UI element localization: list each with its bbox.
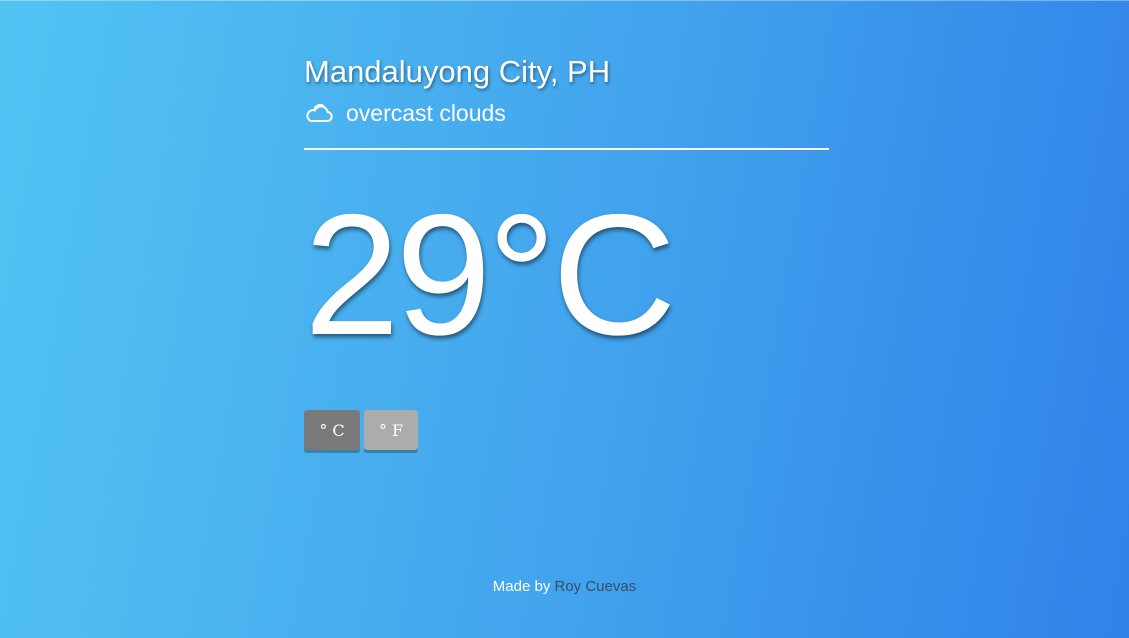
footer-credit-prefix: Made by	[492, 578, 551, 595]
cloud-icon	[304, 102, 333, 124]
top-border	[0, 0, 1129, 1]
fahrenheit-button[interactable]: ° F	[364, 410, 418, 450]
temperature-unit: °C	[487, 179, 676, 371]
weather-card: Mandaluyong City, PH overcast clouds 29 …	[304, 52, 829, 450]
unit-toggle-group: ° C ° F	[304, 410, 829, 450]
divider	[304, 148, 829, 150]
author-link[interactable]: Roy Cuevas	[555, 578, 637, 595]
temperature-display: 29 °C	[304, 179, 829, 371]
temperature-value: 29	[304, 179, 491, 371]
footer: Made by Roy Cuevas	[0, 576, 1129, 598]
condition-row: overcast clouds	[304, 98, 829, 128]
location-title: Mandaluyong City, PH	[304, 54, 611, 89]
condition-description: overcast clouds	[346, 100, 506, 126]
celsius-button[interactable]: ° C	[304, 410, 360, 450]
